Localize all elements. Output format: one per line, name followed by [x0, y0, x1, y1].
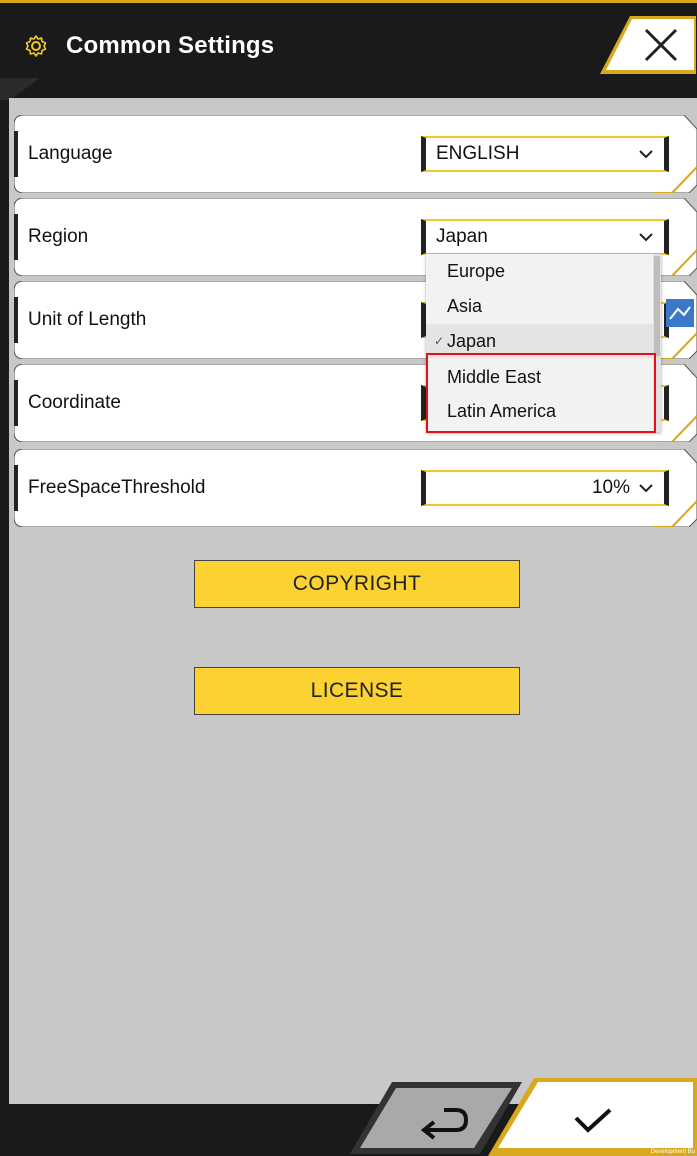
settings-screen: Common Settings Language ENGLISH Region … — [0, 0, 697, 1156]
close-button[interactable] — [600, 14, 696, 76]
development-text: Development Bu — [650, 1149, 695, 1155]
setting-row-freespacethreshold: FreeSpaceThreshold 10% — [14, 449, 697, 527]
highlight-box — [426, 353, 656, 433]
copyright-button[interactable]: COPYRIGHT — [194, 560, 520, 608]
setting-label-freespacethreshold: FreeSpaceThreshold — [28, 477, 206, 498]
chevron-down-icon — [639, 484, 653, 493]
page-title: Common Settings — [66, 32, 275, 59]
region-select[interactable]: Japan — [421, 219, 669, 255]
map-thumbnail-icon — [666, 299, 694, 327]
language-select[interactable]: ENGLISH — [421, 136, 669, 172]
option-label: Asia — [447, 296, 483, 316]
chevron-down-icon — [639, 150, 653, 159]
region-value: Japan — [436, 226, 488, 247]
chevron-down-icon — [639, 233, 653, 242]
dropdown-scrollbar-thumb[interactable] — [654, 256, 660, 356]
setting-row-language: Language ENGLISH — [14, 115, 697, 193]
setting-label-unit-of-length: Unit of Length — [28, 309, 147, 330]
license-button[interactable]: LICENSE — [194, 667, 520, 715]
freespacethreshold-value: 10% — [591, 477, 630, 498]
language-value: ENGLISH — [436, 143, 520, 164]
setting-label-language: Language — [28, 143, 113, 164]
gear-icon — [25, 35, 47, 57]
confirm-button[interactable] — [488, 1076, 697, 1156]
region-option-europe[interactable]: Europe — [426, 254, 653, 288]
freespacethreshold-select[interactable]: 10% — [421, 470, 669, 506]
setting-label-region: Region — [28, 226, 89, 247]
region-option-asia[interactable]: Asia — [426, 289, 653, 323]
header-title-group: Common Settings — [24, 26, 274, 66]
setting-label-coordinate: Coordinate — [28, 392, 121, 413]
option-label: Europe — [447, 261, 506, 281]
option-label: Japan — [447, 331, 497, 351]
